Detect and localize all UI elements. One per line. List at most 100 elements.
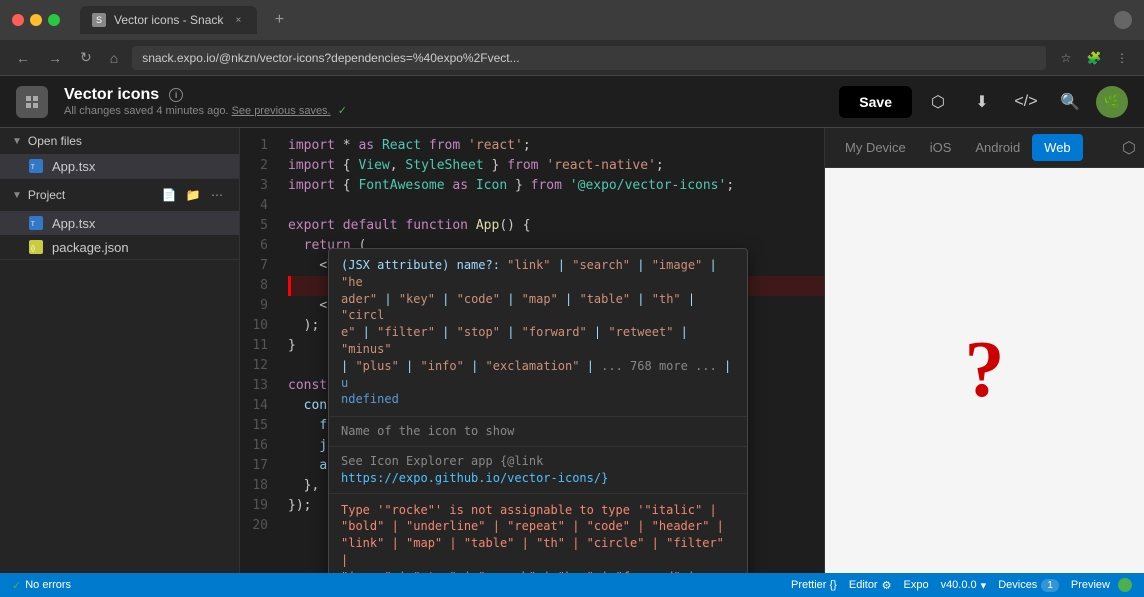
line-numbers: 12345 678910 1112131415 1617181920 [240, 128, 280, 573]
browser-tab[interactable]: S Vector icons - Snack × [80, 6, 257, 34]
tab-ios[interactable]: iOS [918, 134, 964, 161]
project-label: Project [28, 188, 65, 202]
info-icon[interactable]: i [169, 88, 183, 102]
svg-text:T: T [31, 222, 35, 228]
devices-label: Devices [998, 579, 1037, 591]
ac-description: Name of the icon to show [329, 417, 747, 447]
editor-body: ▼ Open files T App.tsx ▼ Project 📄 📁 [0, 128, 1144, 573]
autocomplete-popup: (JSX attribute) name?: "link" | "search"… [328, 248, 748, 573]
no-errors-label: No errors [25, 579, 71, 591]
code-line-4 [288, 196, 824, 216]
add-folder-button[interactable]: 📁 [183, 185, 203, 205]
app-title: Vector icons i [64, 86, 823, 104]
file-name-package-json: package.json [52, 240, 129, 255]
sidebar-item-app-tsx-open[interactable]: T App.tsx [0, 154, 239, 178]
file-tsx-icon-2: T [28, 215, 44, 231]
project-chevron: ▼ [12, 190, 22, 201]
ac-keywords-3: e" [341, 325, 355, 339]
sidebar-item-app-tsx[interactable]: T App.tsx [0, 211, 239, 235]
minimize-button[interactable] [30, 14, 42, 26]
preview-expand-icon[interactable]: ⬡ [1122, 138, 1136, 158]
project-section: ▼ Project 📄 📁 ⋯ T App.tsx { [0, 179, 239, 260]
save-check-icon: ✓ [338, 105, 347, 117]
tab-web[interactable]: Web [1032, 134, 1083, 161]
browser-chrome: S Vector icons - Snack × + [0, 0, 1144, 40]
tab-my-device[interactable]: My Device [833, 134, 918, 161]
tab-title: Vector icons - Snack [114, 13, 223, 27]
app-logo [16, 86, 48, 118]
sidebar: ▼ Open files T App.tsx ▼ Project 📄 📁 [0, 128, 240, 573]
export-icon[interactable]: ⬡ [920, 84, 956, 120]
extension-icon[interactable]: 🧩 [1084, 48, 1104, 68]
file-name-app-tsx: App.tsx [52, 216, 95, 231]
app-container: Vector icons i All changes saved 4 minut… [0, 76, 1144, 597]
project-actions: 📄 📁 ⋯ [159, 185, 227, 205]
ac-keywords-2: ader" [341, 292, 377, 306]
open-files-label: Open files [28, 134, 82, 148]
editor-item[interactable]: Editor ⚙ [849, 578, 892, 592]
expo-item[interactable]: Expo [903, 578, 928, 592]
download-icon[interactable]: ⬇ [964, 84, 1000, 120]
app-header: Vector icons i All changes saved 4 minut… [0, 76, 1144, 128]
avatar[interactable]: 🌿 [1096, 86, 1128, 118]
save-button[interactable]: Save [839, 86, 912, 118]
url-action-icons: ☆ 🧩 ⋮ [1056, 48, 1132, 68]
url-bar: ← → ↻ ⌂ ☆ 🧩 ⋮ [0, 40, 1144, 76]
tab-favicon: S [92, 13, 106, 27]
devices-item[interactable]: Devices 1 [998, 578, 1059, 592]
status-right: Prettier {} Editor ⚙ Expo v40.0.0 ▾ Devi… [791, 578, 1132, 592]
new-tab-button[interactable]: + [265, 6, 293, 34]
code-line-2: import { View, StyleSheet } from 'react-… [288, 156, 824, 176]
nav-refresh-button[interactable]: ↻ [76, 47, 96, 68]
version-item[interactable]: v40.0.0 ▾ [941, 578, 987, 592]
code-line-1: import * as React from 'react'; [288, 136, 824, 156]
code-content[interactable]: import * as React from 'react'; import {… [280, 128, 824, 573]
maximize-button[interactable] [48, 14, 60, 26]
ac-link-section: See Icon Explorer app {@link https://exp… [329, 447, 747, 494]
tab-close-button[interactable]: × [231, 13, 245, 27]
expo-vector-icons-link[interactable]: https://expo.github.io/vector-icons/} [341, 471, 608, 485]
open-files-section: ▼ Open files T App.tsx [0, 128, 239, 179]
close-button[interactable] [12, 14, 24, 26]
open-file-name: App.tsx [52, 159, 95, 174]
nav-forward-button[interactable]: → [44, 48, 66, 68]
file-json-icon: {} [28, 239, 44, 255]
status-bar: ✓ No errors Prettier {} Editor ⚙ Expo v4… [0, 573, 1144, 597]
code-line-3: import { FontAwesome as Icon } from '@ex… [288, 176, 824, 196]
search-icon[interactable]: 🔍 [1052, 84, 1088, 120]
check-icon: ✓ [12, 579, 21, 592]
bookmark-icon[interactable]: ☆ [1056, 48, 1076, 68]
project-menu-button[interactable]: ⋯ [207, 185, 227, 205]
no-errors-item[interactable]: ✓ No errors [12, 579, 71, 592]
previous-saves-link[interactable]: See previous saves. [232, 105, 331, 117]
browser-menu-dots[interactable]: ⋮ [1112, 48, 1132, 68]
preview-dot-icon [1118, 578, 1132, 592]
open-files-header[interactable]: ▼ Open files [0, 128, 239, 154]
code-editor[interactable]: 12345 678910 1112131415 1617181920 impor… [240, 128, 824, 573]
editor-label: Editor [849, 579, 878, 591]
preview-item[interactable]: Preview [1071, 578, 1132, 592]
gear-icon: ⚙ [882, 579, 892, 592]
browser-menu-icon [1114, 11, 1132, 29]
ac-undefined: ndefined [341, 392, 399, 406]
ac-keywords: (JSX attribute) name?: "link" | "search"… [341, 258, 717, 289]
svg-text:{}: {} [31, 246, 35, 252]
traffic-lights [12, 14, 60, 26]
tab-android[interactable]: Android [963, 134, 1032, 161]
sidebar-item-package-json[interactable]: {} package.json [0, 235, 239, 259]
nav-back-button[interactable]: ← [12, 48, 34, 68]
add-file-button[interactable]: 📄 [159, 185, 179, 205]
version-label: v40.0.0 [941, 579, 977, 591]
file-tsx-icon: T [28, 158, 44, 174]
url-input[interactable] [132, 46, 1046, 70]
logo-icon [21, 91, 43, 113]
nav-home-button[interactable]: ⌂ [106, 48, 122, 68]
preview-question-mark: ? [965, 325, 1005, 416]
code-icon[interactable]: </> [1008, 84, 1044, 120]
chevron-down-icon: ▾ [981, 579, 987, 592]
code-line-5: export default function App() { [288, 216, 824, 236]
project-header[interactable]: ▼ Project 📄 📁 ⋯ [0, 179, 239, 211]
preview-tabs: My Device iOS Android Web ⬡ [825, 128, 1144, 168]
prettier-item[interactable]: Prettier {} [791, 578, 837, 592]
devices-count-badge: 1 [1041, 579, 1059, 592]
